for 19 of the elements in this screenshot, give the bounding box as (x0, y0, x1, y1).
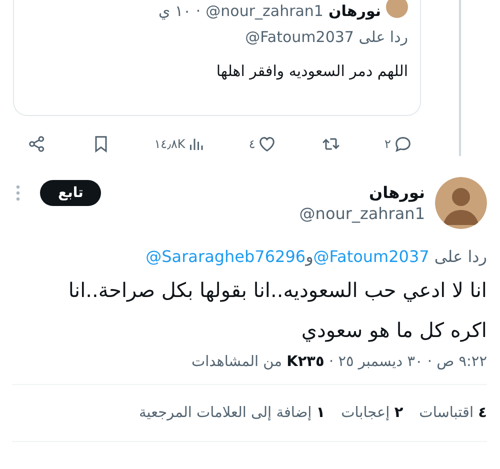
tweet-text: انا لا ادعي حب السعوديه..انا بقولها بكل صراحة..انا اكره كل ما هو سعودي (67, 277, 487, 344)
engagement-stat[interactable]: ٢ إعجابات (341, 405, 404, 421)
author-handle[interactable]: @nour_zahran1 (299, 204, 425, 223)
like-action[interactable]: ٤ (248, 134, 278, 154)
engagement-stat[interactable]: ١ إضافة إلى العلامات المرجعية (138, 405, 326, 421)
post-time: · ١٠ ي (158, 2, 201, 20)
author-name[interactable]: نورهان (299, 183, 425, 202)
author-handle: @nour_zahran1 (206, 2, 324, 20)
mention-text: @Fatoum2037 (245, 28, 354, 46)
engagement-stat[interactable]: ٤ اقتباسات (419, 405, 487, 421)
timestamp-text: ٩:٢٢ ص · ٣٠ ديسمبر ٢٥ · K٢٣٥ من المشاهدات (12, 354, 487, 385)
views-action[interactable]: ١٤٫٨K (154, 135, 206, 153)
tweet-text: اللهم دمر السعوديه وافقر اهلها (215, 62, 408, 80)
follow-button[interactable]: تابع (40, 180, 102, 206)
heart-icon (257, 134, 278, 154)
author-name[interactable]: نورهان (328, 2, 381, 20)
avatar-icon[interactable] (435, 177, 487, 229)
reply-action[interactable]: ٢ (384, 134, 413, 154)
reply-icon (393, 134, 413, 154)
